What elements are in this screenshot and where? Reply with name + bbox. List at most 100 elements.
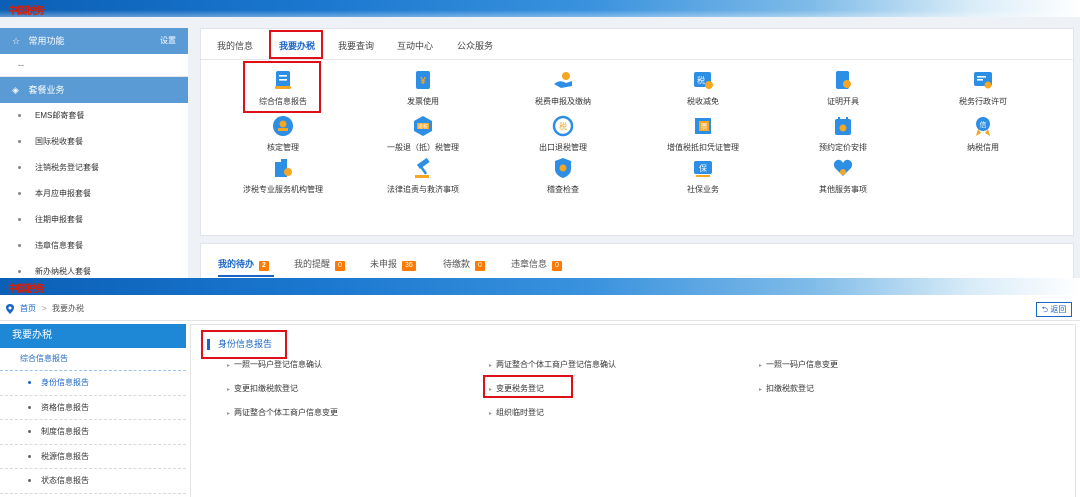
left-nav-item-system[interactable]: 制度信息报告 bbox=[0, 420, 186, 445]
heart-icon bbox=[833, 159, 853, 176]
left-nav-item-identity[interactable]: 身份信息报告 bbox=[0, 371, 186, 396]
breadcrumb-home[interactable]: 首页 bbox=[20, 298, 36, 320]
link-label: 组织临时登记 bbox=[496, 408, 545, 417]
service-social-security[interactable]: 保 社保业务 bbox=[643, 157, 763, 195]
service-label: 核定管理 bbox=[267, 143, 299, 152]
tab-undeclared[interactable]: 未申报 36 bbox=[370, 257, 416, 271]
sidebar-item-label: 往期申报套餐 bbox=[35, 215, 83, 224]
service-certificate[interactable]: 证明开具 bbox=[783, 69, 903, 107]
service-tax-relief[interactable]: 税 税收减免 bbox=[643, 69, 763, 107]
tab-label: 我的提醒 bbox=[294, 259, 331, 269]
tab-my-todo[interactable]: 我的待办 2 bbox=[218, 257, 269, 271]
sidebar-item-violation[interactable]: 违章信息套餐 bbox=[0, 233, 188, 259]
arrow-icon: ▸ bbox=[227, 363, 231, 369]
sidebar-item-past[interactable]: 往期申报套餐 bbox=[0, 207, 188, 233]
arrow-icon: ▸ bbox=[489, 363, 493, 369]
bullet-icon bbox=[18, 114, 21, 118]
service-pricing-arrangement[interactable]: 预约定价安排 bbox=[783, 115, 903, 153]
svg-text:信: 信 bbox=[980, 120, 987, 129]
link-withholding-registration[interactable]: ▸ 扣缴税款登记 bbox=[759, 383, 814, 394]
left-nav-category[interactable]: 综合信息报告 bbox=[0, 348, 186, 371]
link-unified-code-confirm[interactable]: ▸ 一照一码户登记信息确认 bbox=[227, 359, 322, 370]
left-nav-label: 税源信息报告 bbox=[41, 451, 89, 461]
breadcrumb-current: 我要办税 bbox=[52, 304, 84, 313]
sidebar-item-deregistration[interactable]: 注销税务登记套餐 bbox=[0, 155, 188, 181]
service-label: 证明开具 bbox=[827, 97, 859, 106]
common-functions-header[interactable]: ☆ 常用功能 设置 bbox=[0, 28, 188, 54]
service-legal-remedy[interactable]: 法律追责与救济事项 bbox=[363, 157, 483, 195]
service-label: 税务行政许可 bbox=[959, 97, 1007, 106]
bullet-icon bbox=[18, 218, 21, 222]
left-nav-item-status[interactable]: 状态信息报告 bbox=[0, 469, 186, 494]
sidebar-item-international[interactable]: 国际税收套餐 bbox=[0, 129, 188, 155]
arrow-icon: ▸ bbox=[489, 411, 493, 417]
bullet-icon bbox=[18, 270, 21, 274]
arrow-icon: ▸ bbox=[759, 363, 763, 369]
left-nav-item-tax-source[interactable]: 税源信息报告 bbox=[0, 445, 186, 469]
service-label: 纳税信用 bbox=[967, 143, 999, 152]
left-nav-item-qualification[interactable]: 资格信息报告 bbox=[0, 396, 186, 420]
service-credit[interactable]: 信 纳税信用 bbox=[923, 115, 1043, 153]
service-assessment[interactable]: 核定管理 bbox=[223, 115, 343, 153]
link-temporary-registration[interactable]: ▸ 组织临时登记 bbox=[489, 407, 544, 418]
service-vat-voucher[interactable]: 票 增值税抵扣凭证管理 bbox=[643, 115, 763, 153]
back-button[interactable]: ⮌ 返回 bbox=[1036, 302, 1072, 317]
sidebar-item-label: 国际税收套餐 bbox=[35, 137, 83, 146]
star-icon: ☆ bbox=[12, 36, 21, 46]
common-functions-label: 常用功能 bbox=[28, 36, 65, 46]
tab-interaction[interactable]: 互动中心 bbox=[397, 39, 433, 52]
link-label: 两证整合个体工商户登记信息确认 bbox=[496, 360, 617, 369]
bullet-icon bbox=[18, 192, 21, 196]
tab-my-info[interactable]: 我的信息 bbox=[217, 39, 253, 52]
service-export-refund[interactable]: 税 出口退税管理 bbox=[503, 115, 623, 153]
back-label: 返回 bbox=[1050, 305, 1067, 314]
social-security-icon: 保 bbox=[694, 161, 712, 177]
sidebar-item-new-taxpayer[interactable]: 新办纳税人套餐 bbox=[0, 259, 188, 278]
export-refund-icon: 税 bbox=[552, 115, 574, 137]
service-admin-license[interactable]: 税务行政许可 bbox=[923, 69, 1043, 107]
service-invoice[interactable]: ¥ 发票使用 bbox=[363, 69, 483, 107]
tab-violations[interactable]: 违章信息 0 bbox=[511, 257, 562, 271]
tab-my-reminders[interactable]: 我的提醒 0 bbox=[294, 257, 345, 271]
link-withholding-change[interactable]: ▸ 变更扣缴税款登记 bbox=[227, 383, 298, 394]
service-refund[interactable]: 退税 一般退（抵）税管理 bbox=[363, 115, 483, 153]
tab-query[interactable]: 我要查询 bbox=[338, 39, 374, 52]
service-highlight-box bbox=[243, 61, 321, 113]
left-nav-label: 制度信息报告 bbox=[41, 427, 89, 436]
link-individual-confirm[interactable]: ▸ 两证整合个体工商户登记信息确认 bbox=[489, 359, 616, 370]
bullet-icon bbox=[28, 430, 31, 434]
sidebar-item-label: 违章信息套餐 bbox=[35, 241, 83, 250]
main-tabs: 我的信息 我要办税 我要查询 互动中心 公众服务 bbox=[201, 29, 1073, 60]
sidebar-item-label: 本月应申报套餐 bbox=[35, 189, 91, 198]
service-inspection[interactable]: 稽查检查 bbox=[503, 157, 623, 195]
link-label: 一照一码户登记信息确认 bbox=[234, 360, 323, 369]
package-label: 套餐业务 bbox=[28, 85, 65, 95]
todo-tabs: 我的待办 2 我的提醒 0 未申报 36 待缴款 0 违章信息 0 bbox=[200, 243, 1074, 278]
sidebar-item-ems[interactable]: EMS邮寄套餐 bbox=[0, 103, 188, 129]
service-label: 稽查检查 bbox=[547, 185, 579, 194]
bottom-screen: 中国税务 首页 > 我要办税 ⮌ 返回 我要办税 综合信息报告 身份信息报告 资… bbox=[0, 278, 1080, 497]
left-nav: 我要办税 综合信息报告 身份信息报告 资格信息报告 制度信息报告 税源信息报告 … bbox=[0, 324, 186, 497]
svg-text:保: 保 bbox=[699, 163, 707, 173]
link-individual-change[interactable]: ▸ 两证整合个体工商户信息变更 bbox=[227, 407, 338, 418]
gavel-icon bbox=[415, 157, 430, 178]
link-label: 变更扣缴税款登记 bbox=[234, 384, 299, 393]
settings-link[interactable]: 设置 bbox=[160, 28, 176, 54]
bullet-icon bbox=[28, 454, 31, 458]
undeclared-count-badge: 36 bbox=[402, 261, 416, 271]
sidebar-item-label: 新办纳税人套餐 bbox=[35, 267, 91, 276]
active-tab-indicator bbox=[218, 275, 274, 277]
violation-count-badge: 0 bbox=[552, 261, 562, 271]
tax-relief-icon: 税 bbox=[694, 72, 713, 89]
link-unified-code-change[interactable]: ▸ 一照一码户信息变更 bbox=[759, 359, 838, 370]
service-other[interactable]: 其他服务事项 bbox=[783, 157, 903, 195]
tab-label: 待缴款 bbox=[443, 259, 471, 269]
package-header[interactable]: ◈ 套餐业务 bbox=[0, 77, 188, 103]
sidebar: ☆ 常用功能 设置 -- ◈ 套餐业务 EMS邮寄套餐 国际税收套餐 注销税务登… bbox=[0, 28, 188, 278]
layers-icon: ◈ bbox=[12, 85, 19, 95]
sidebar-item-monthly[interactable]: 本月应申报套餐 bbox=[0, 181, 188, 207]
tab-public-service[interactable]: 公众服务 bbox=[457, 39, 493, 52]
service-declaration-payment[interactable]: 税费申报及缴纳 bbox=[503, 69, 623, 107]
service-agency-management[interactable]: 涉税专业服务机构管理 bbox=[223, 157, 343, 195]
tab-pending-payment[interactable]: 待缴款 0 bbox=[443, 257, 485, 271]
